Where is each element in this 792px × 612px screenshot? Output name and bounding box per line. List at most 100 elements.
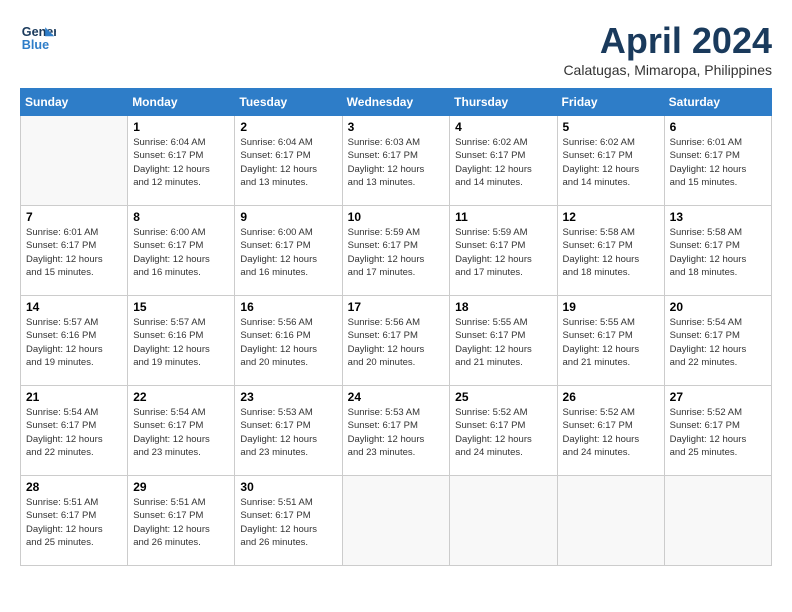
day-info: Sunrise: 5:58 AMSunset: 6:17 PMDaylight:…: [563, 226, 659, 279]
day-number: 3: [348, 120, 445, 134]
weekday-header-thursday: Thursday: [450, 89, 557, 116]
day-info: Sunrise: 5:56 AMSunset: 6:16 PMDaylight:…: [240, 316, 336, 369]
day-number: 6: [670, 120, 766, 134]
day-number: 11: [455, 210, 551, 224]
calendar-cell: 4 Sunrise: 6:02 AMSunset: 6:17 PMDaylight…: [450, 116, 557, 206]
day-number: 7: [26, 210, 122, 224]
day-info: Sunrise: 6:04 AMSunset: 6:17 PMDaylight:…: [133, 136, 229, 189]
day-info: Sunrise: 6:01 AMSunset: 6:17 PMDaylight:…: [26, 226, 122, 279]
day-info: Sunrise: 6:02 AMSunset: 6:17 PMDaylight:…: [563, 136, 659, 189]
week-row-4: 21 Sunrise: 5:54 AMSunset: 6:17 PMDayligh…: [21, 386, 772, 476]
calendar-cell: 29 Sunrise: 5:51 AMSunset: 6:17 PMDayligh…: [128, 476, 235, 566]
calendar-cell: 14 Sunrise: 5:57 AMSunset: 6:16 PMDayligh…: [21, 296, 128, 386]
day-number: 4: [455, 120, 551, 134]
week-row-1: 1 Sunrise: 6:04 AMSunset: 6:17 PMDaylight…: [21, 116, 772, 206]
day-info: Sunrise: 5:59 AMSunset: 6:17 PMDaylight:…: [348, 226, 445, 279]
calendar-cell: 28 Sunrise: 5:51 AMSunset: 6:17 PMDayligh…: [21, 476, 128, 566]
day-info: Sunrise: 6:03 AMSunset: 6:17 PMDaylight:…: [348, 136, 445, 189]
day-info: Sunrise: 5:54 AMSunset: 6:17 PMDaylight:…: [670, 316, 766, 369]
month-title: April 2024: [563, 20, 772, 62]
calendar-cell: 11 Sunrise: 5:59 AMSunset: 6:17 PMDayligh…: [450, 206, 557, 296]
calendar-cell: 3 Sunrise: 6:03 AMSunset: 6:17 PMDaylight…: [342, 116, 450, 206]
location: Calatugas, Mimaropa, Philippines: [563, 62, 772, 78]
calendar-cell: 8 Sunrise: 6:00 AMSunset: 6:17 PMDaylight…: [128, 206, 235, 296]
day-number: 12: [563, 210, 659, 224]
day-info: Sunrise: 5:59 AMSunset: 6:17 PMDaylight:…: [455, 226, 551, 279]
day-info: Sunrise: 5:52 AMSunset: 6:17 PMDaylight:…: [563, 406, 659, 459]
day-number: 10: [348, 210, 445, 224]
day-info: Sunrise: 5:54 AMSunset: 6:17 PMDaylight:…: [133, 406, 229, 459]
day-number: 20: [670, 300, 766, 314]
weekday-header-sunday: Sunday: [21, 89, 128, 116]
calendar-cell: [664, 476, 771, 566]
weekday-header-row: SundayMondayTuesdayWednesdayThursdayFrid…: [21, 89, 772, 116]
calendar-cell: 26 Sunrise: 5:52 AMSunset: 6:17 PMDayligh…: [557, 386, 664, 476]
calendar-cell: 9 Sunrise: 6:00 AMSunset: 6:17 PMDaylight…: [235, 206, 342, 296]
day-number: 27: [670, 390, 766, 404]
weekday-header-friday: Friday: [557, 89, 664, 116]
svg-text:Blue: Blue: [22, 38, 49, 52]
day-number: 5: [563, 120, 659, 134]
calendar-cell: 19Sunrise: 5:55 AMSunset: 6:17 PMDayligh…: [557, 296, 664, 386]
calendar-cell: [557, 476, 664, 566]
day-info: Sunrise: 5:56 AMSunset: 6:17 PMDaylight:…: [348, 316, 445, 369]
day-number: 28: [26, 480, 122, 494]
day-number: 9: [240, 210, 336, 224]
calendar-cell: 12 Sunrise: 5:58 AMSunset: 6:17 PMDayligh…: [557, 206, 664, 296]
calendar-cell: 15 Sunrise: 5:57 AMSunset: 6:16 PMDayligh…: [128, 296, 235, 386]
calendar-cell: 27 Sunrise: 5:52 AMSunset: 6:17 PMDayligh…: [664, 386, 771, 476]
day-info: Sunrise: 5:58 AMSunset: 6:17 PMDaylight:…: [670, 226, 766, 279]
calendar-cell: 16 Sunrise: 5:56 AMSunset: 6:16 PMDayligh…: [235, 296, 342, 386]
day-info: Sunrise: 5:51 AMSunset: 6:17 PMDaylight:…: [26, 496, 122, 549]
calendar-cell: 7 Sunrise: 6:01 AMSunset: 6:17 PMDaylight…: [21, 206, 128, 296]
week-row-3: 14 Sunrise: 5:57 AMSunset: 6:16 PMDayligh…: [21, 296, 772, 386]
day-info: Sunrise: 5:57 AMSunset: 6:16 PMDaylight:…: [133, 316, 229, 369]
weekday-header-wednesday: Wednesday: [342, 89, 450, 116]
logo: General Blue: [20, 20, 56, 56]
day-info: Sunrise: 5:52 AMSunset: 6:17 PMDaylight:…: [455, 406, 551, 459]
day-info: Sunrise: 5:52 AMSunset: 6:17 PMDaylight:…: [670, 406, 766, 459]
day-number: 26: [563, 390, 659, 404]
day-number: 15: [133, 300, 229, 314]
weekday-header-tuesday: Tuesday: [235, 89, 342, 116]
day-number: 23: [240, 390, 336, 404]
day-number: 2: [240, 120, 336, 134]
day-info: Sunrise: 5:53 AMSunset: 6:17 PMDaylight:…: [348, 406, 445, 459]
day-number: 13: [670, 210, 766, 224]
day-info: Sunrise: 6:00 AMSunset: 6:17 PMDaylight:…: [240, 226, 336, 279]
day-number: 25: [455, 390, 551, 404]
logo-icon: General Blue: [20, 20, 56, 56]
day-info: Sunrise: 6:00 AMSunset: 6:17 PMDaylight:…: [133, 226, 229, 279]
calendar-cell: 21Sunrise: 5:54 AMSunset: 6:17 PMDayligh…: [21, 386, 128, 476]
day-info: Sunrise: 6:02 AMSunset: 6:17 PMDaylight:…: [455, 136, 551, 189]
calendar-cell: 1 Sunrise: 6:04 AMSunset: 6:17 PMDaylight…: [128, 116, 235, 206]
day-info: Sunrise: 5:51 AMSunset: 6:17 PMDaylight:…: [133, 496, 229, 549]
day-number: 16: [240, 300, 336, 314]
calendar-cell: 20 Sunrise: 5:54 AMSunset: 6:17 PMDayligh…: [664, 296, 771, 386]
day-number: 1: [133, 120, 229, 134]
calendar-cell: 23 Sunrise: 5:53 AMSunset: 6:17 PMDayligh…: [235, 386, 342, 476]
weekday-header-monday: Monday: [128, 89, 235, 116]
day-info: Sunrise: 5:53 AMSunset: 6:17 PMDaylight:…: [240, 406, 336, 459]
calendar-cell: 24 Sunrise: 5:53 AMSunset: 6:17 PMDayligh…: [342, 386, 450, 476]
calendar-cell: 17Sunrise: 5:56 AMSunset: 6:17 PMDayligh…: [342, 296, 450, 386]
calendar-cell: [342, 476, 450, 566]
day-info: Sunrise: 5:57 AMSunset: 6:16 PMDaylight:…: [26, 316, 122, 369]
day-number: 14: [26, 300, 122, 314]
page-header: General Blue April 2024 Calatugas, Mimar…: [20, 20, 772, 78]
day-number: 8: [133, 210, 229, 224]
calendar-table: SundayMondayTuesdayWednesdayThursdayFrid…: [20, 88, 772, 566]
day-number: 24: [348, 390, 445, 404]
day-info: Sunrise: 5:55 AMSunset: 6:17 PMDaylight:…: [563, 316, 659, 369]
calendar-cell: 30 Sunrise: 5:51 AMSunset: 6:17 PMDayligh…: [235, 476, 342, 566]
calendar-cell: 22 Sunrise: 5:54 AMSunset: 6:17 PMDayligh…: [128, 386, 235, 476]
day-number: 18: [455, 300, 551, 314]
day-info: Sunrise: 6:01 AMSunset: 6:17 PMDaylight:…: [670, 136, 766, 189]
day-number: 29: [133, 480, 229, 494]
day-number: 21: [26, 390, 122, 404]
week-row-5: 28 Sunrise: 5:51 AMSunset: 6:17 PMDayligh…: [21, 476, 772, 566]
day-number: 22: [133, 390, 229, 404]
calendar-cell: [450, 476, 557, 566]
day-info: Sunrise: 5:51 AMSunset: 6:17 PMDaylight:…: [240, 496, 336, 549]
day-number: 30: [240, 480, 336, 494]
